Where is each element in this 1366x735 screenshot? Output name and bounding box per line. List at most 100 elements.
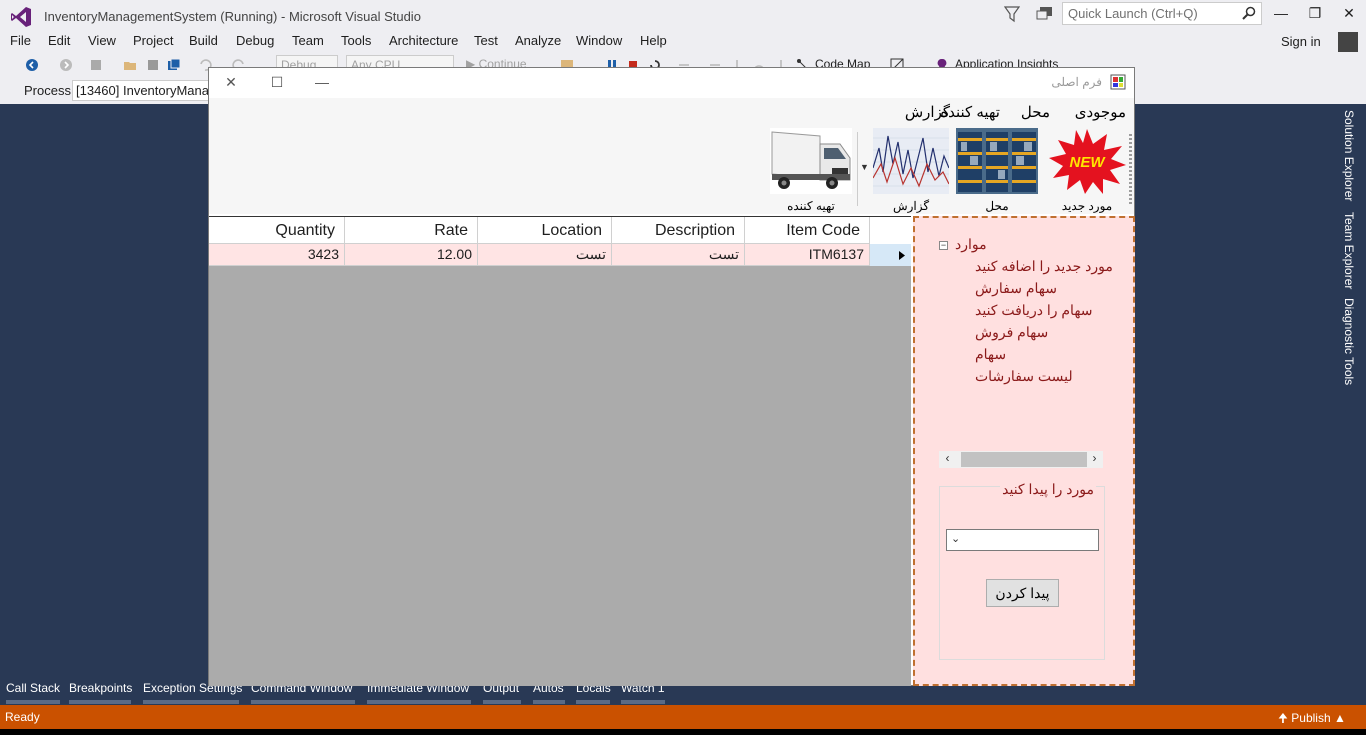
tab-team-explorer[interactable]: Team Explorer — [1342, 212, 1356, 289]
menu-help[interactable]: Help — [640, 33, 667, 48]
menu-architecture[interactable]: Architecture — [389, 33, 458, 48]
new-item-label: مورد جدید — [1061, 199, 1113, 213]
grid-corner-header — [870, 217, 911, 244]
menu-tools[interactable]: Tools — [341, 33, 371, 48]
vs-close-button[interactable]: ✕ — [1334, 5, 1364, 25]
tab-underline — [533, 700, 565, 704]
form-app-icon — [1110, 74, 1126, 90]
form-close-button[interactable]: ✕ — [221, 74, 241, 92]
tab-diagnostic-tools[interactable]: Diagnostic Tools — [1342, 298, 1356, 385]
report-button[interactable]: گزارش — [872, 128, 950, 213]
find-item-title: مورد را پیدا کنید — [1000, 481, 1096, 498]
cell-item-code[interactable]: ITM6137 — [745, 244, 870, 266]
find-button[interactable]: پیدا کردن — [986, 579, 1059, 607]
scroll-right-icon[interactable]: › — [1086, 451, 1103, 468]
tree-item-order-list[interactable]: لیست سفارشات — [975, 368, 1073, 385]
publish-label: Publish — [1291, 711, 1331, 725]
toolbar-separator — [857, 132, 858, 206]
menu-project[interactable]: Project — [133, 33, 173, 48]
open-file-icon[interactable] — [123, 58, 137, 72]
new-item-button[interactable]: NEW مورد جدید — [1047, 128, 1127, 213]
report-chart-icon — [872, 128, 950, 194]
tree-item-stock[interactable]: سهام — [975, 346, 1006, 363]
menu-edit[interactable]: Edit — [48, 33, 70, 48]
tree-item-order-stock[interactable]: سهام سفارش — [975, 280, 1057, 297]
user-avatar-icon[interactable] — [1338, 32, 1358, 52]
report-label: گزارش — [892, 199, 930, 213]
menu-analyze[interactable]: Analyze — [515, 33, 561, 48]
items-tree-view[interactable]: − موارد مورد جدید را اضافه کنید سهام سفا… — [939, 236, 1113, 451]
row-header-selector[interactable] — [870, 244, 911, 266]
form-minimize-button[interactable]: — — [312, 74, 332, 92]
sign-in-link[interactable]: Sign in — [1281, 34, 1321, 49]
search-icon[interactable] — [1242, 6, 1256, 20]
menu-window[interactable]: Window — [576, 33, 622, 48]
menu-test[interactable]: Test — [474, 33, 498, 48]
vs-window-title: InventoryManagementSystem (Running) - Mi… — [44, 9, 421, 24]
form-title: فرم اصلی — [1051, 75, 1102, 89]
column-header-quantity[interactable]: Quantity — [209, 217, 345, 244]
menu-view[interactable]: View — [88, 33, 116, 48]
supplier-button[interactable]: تهیه کننده — [770, 128, 852, 213]
tab-underline — [143, 700, 239, 704]
cell-rate[interactable]: 12.00 — [345, 244, 478, 266]
menu-report[interactable]: گزارش — [905, 103, 950, 121]
cell-quantity[interactable]: 3423 — [209, 244, 345, 266]
vs-title-bar: InventoryManagementSystem (Running) - Mi… — [0, 0, 1366, 32]
tab-breakpoints[interactable]: Breakpoints — [69, 681, 132, 695]
toolbar-grip — [1129, 134, 1132, 204]
menu-team[interactable]: Team — [292, 33, 324, 48]
menu-location[interactable]: محل — [1021, 103, 1050, 121]
back-icon[interactable] — [25, 58, 39, 72]
main-form-title-bar: ✕ ☐ — فرم اصلی — [209, 68, 1134, 98]
tree-item-add-new[interactable]: مورد جدید را اضافه کنید — [975, 258, 1113, 275]
column-header-item-code[interactable]: Item Code — [745, 217, 870, 244]
supplier-label: تهیه کننده — [787, 199, 835, 213]
menu-file[interactable]: File — [10, 33, 31, 48]
quick-launch-input[interactable]: Quick Launch (Ctrl+Q) — [1062, 2, 1262, 25]
save-all-icon[interactable] — [167, 58, 181, 72]
menu-debug[interactable]: Debug — [236, 33, 274, 48]
column-header-rate[interactable]: Rate — [345, 217, 478, 244]
tree-item-sell-stock[interactable]: سهام فروش — [975, 324, 1048, 341]
table-row[interactable]: 3423 12.00 تست تست ITM6137 — [209, 244, 911, 266]
scroll-thumb[interactable] — [961, 452, 1087, 467]
inventory-data-grid[interactable]: Quantity Rate Location Description Item … — [209, 216, 911, 686]
delivery-truck-icon — [770, 128, 852, 194]
tab-underline — [6, 700, 60, 704]
chevron-down-icon[interactable]: ⌄ — [951, 532, 960, 545]
save-icon[interactable] — [146, 58, 160, 72]
location-button[interactable]: محل — [956, 128, 1038, 213]
find-item-combobox[interactable]: ⌄ — [946, 529, 1099, 551]
cell-description[interactable]: تست — [612, 244, 745, 266]
tree-item-receive-stock[interactable]: سهام را دریافت کنید — [975, 302, 1093, 319]
new-project-icon[interactable] — [89, 58, 103, 72]
vs-status-bar: Ready 🠉 Publish ▲ — [0, 705, 1366, 729]
tab-solution-explorer[interactable]: Solution Explorer — [1342, 110, 1356, 201]
form-maximize-button[interactable]: ☐ — [267, 74, 287, 92]
menu-inventory[interactable]: موجودی — [1075, 103, 1126, 121]
tab-underline — [576, 700, 610, 704]
process-label: Process: — [24, 83, 75, 98]
tree-collapse-icon[interactable]: − — [939, 241, 948, 250]
cell-location[interactable]: تست — [478, 244, 612, 266]
vs-restore-button[interactable]: ❐ — [1300, 5, 1330, 25]
scroll-left-icon[interactable]: ‹ — [939, 451, 956, 468]
tab-call-stack[interactable]: Call Stack — [6, 681, 60, 695]
report-dropdown-arrow-icon[interactable]: ▼ — [860, 162, 869, 172]
column-header-description[interactable]: Description — [612, 217, 745, 244]
forward-icon[interactable] — [59, 58, 73, 72]
menu-build[interactable]: Build — [189, 33, 218, 48]
feedback-icon[interactable] — [1036, 6, 1054, 22]
column-header-location[interactable]: Location — [478, 217, 612, 244]
new-badge-icon: NEW — [1049, 129, 1126, 194]
publish-button[interactable]: 🠉 Publish ▲ — [1278, 709, 1346, 730]
form-menu-bar: موجودی محل تهیه کننده گزارش — [209, 98, 1134, 126]
tab-underline — [251, 700, 355, 704]
tab-underline — [367, 700, 471, 704]
notifications-filter-icon[interactable] — [1004, 5, 1020, 23]
tree-horizontal-scrollbar[interactable]: ‹ › — [939, 451, 1103, 468]
vs-minimize-button[interactable]: — — [1266, 5, 1296, 25]
grid-header-row: Quantity Rate Location Description Item … — [209, 217, 911, 244]
tree-root-items[interactable]: موارد — [955, 236, 987, 253]
